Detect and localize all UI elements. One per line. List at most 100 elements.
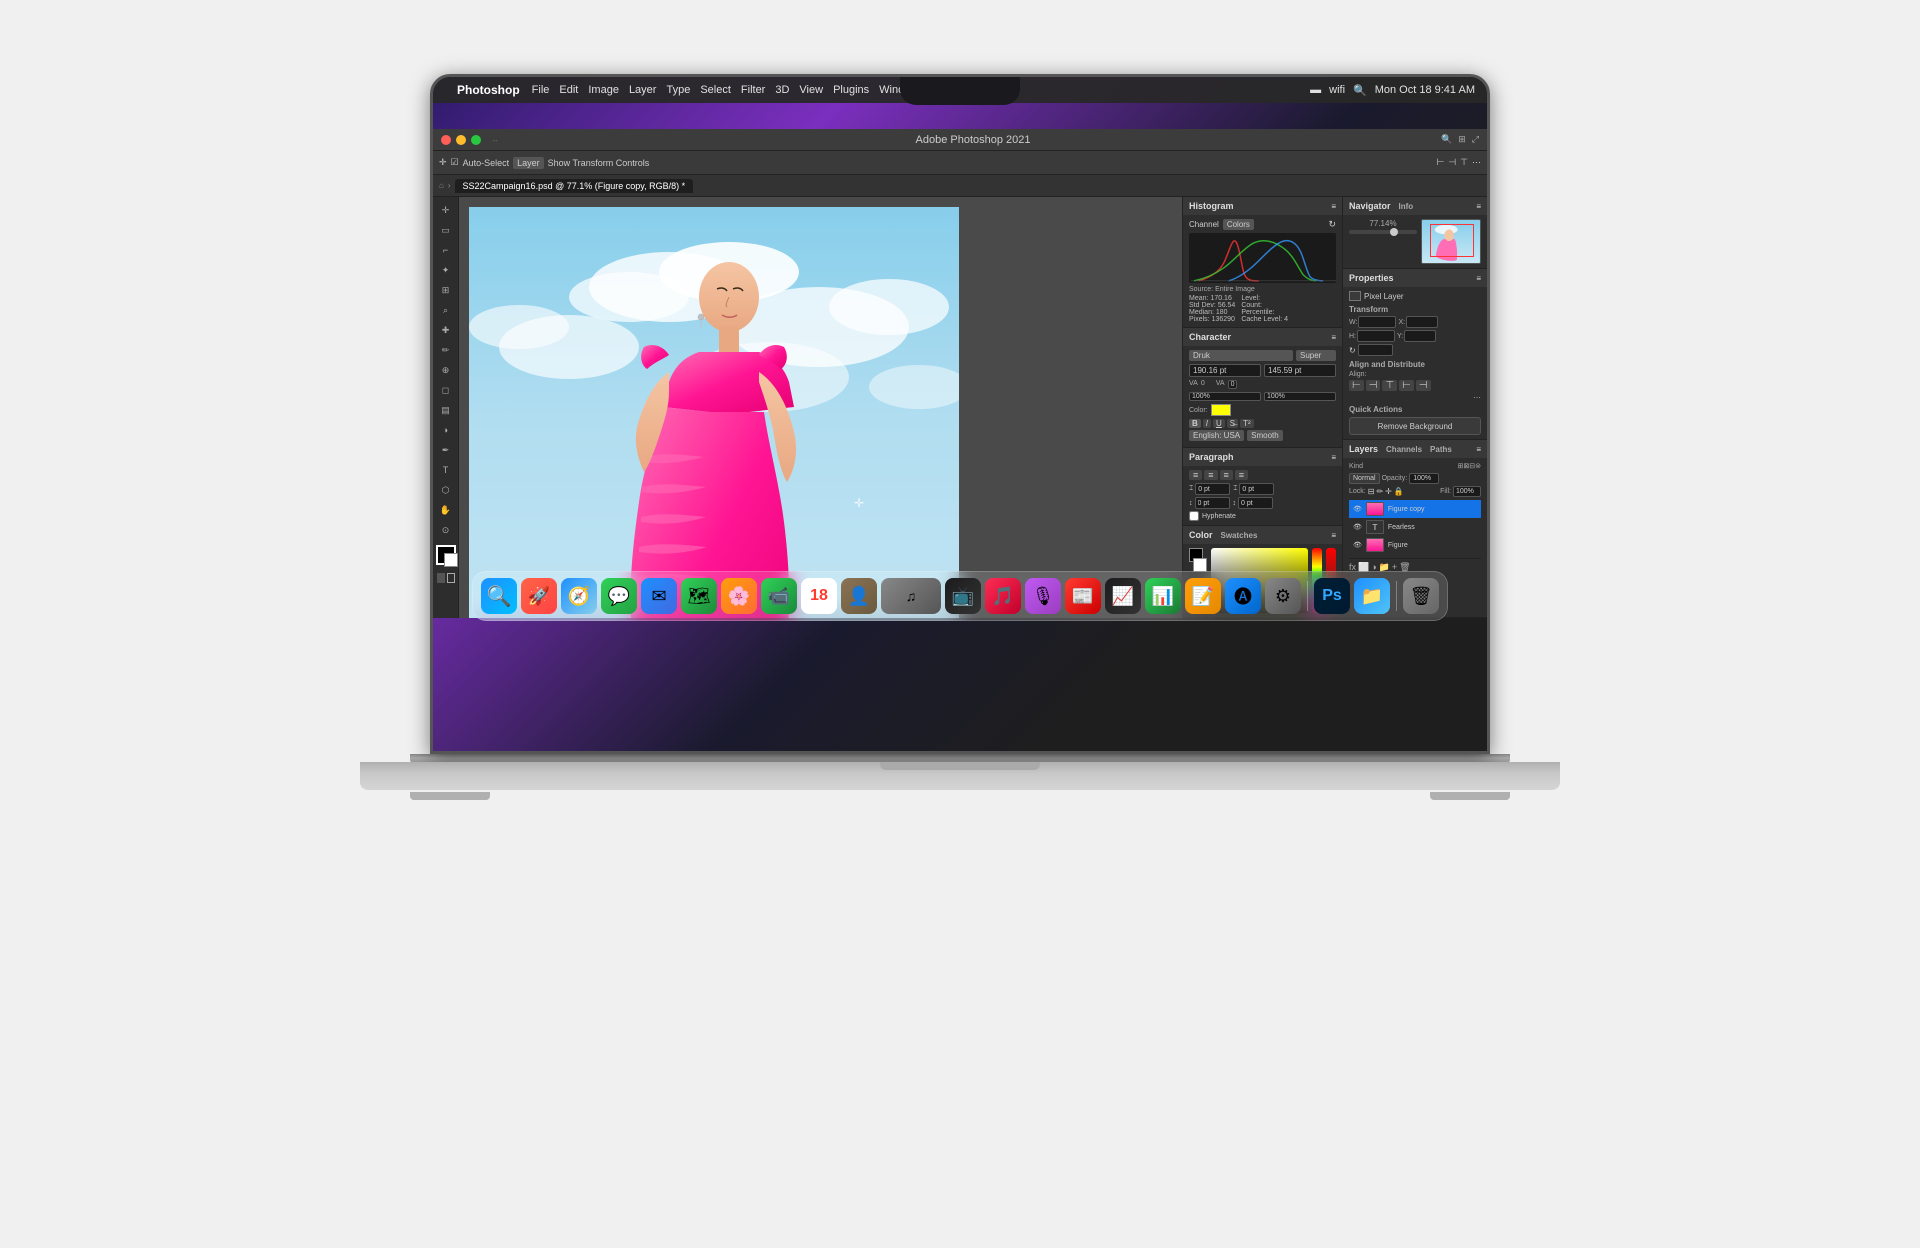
blend-mode-dropdown[interactable]: Normal (1349, 473, 1380, 484)
dock-photos[interactable]: 🌸 (721, 578, 757, 614)
auto-select-checkbox[interactable]: ☑ (451, 157, 459, 168)
style-dropdown[interactable]: Super (1296, 350, 1336, 361)
align-right-icon[interactable]: ⊤ (1460, 157, 1468, 168)
hyphenate-checkbox[interactable] (1189, 511, 1199, 521)
dock-itunes[interactable]: 🎵 (985, 578, 1021, 614)
dock-photoshop[interactable]: Ps (1314, 578, 1350, 614)
path-tool[interactable]: ⬡ (436, 481, 456, 499)
type-tool[interactable]: T (436, 461, 456, 479)
move-tool-icon[interactable]: ✛ (439, 157, 447, 168)
close-button[interactable] (441, 135, 451, 145)
space-before-input[interactable] (1195, 497, 1230, 509)
ps-expand-icon[interactable]: ⤢ (1472, 134, 1479, 145)
channel-dropdown[interactable]: Colors (1223, 219, 1254, 230)
navigator-options-icon[interactable]: ≡ (1476, 202, 1481, 211)
dock-messages[interactable]: 💬 (601, 578, 637, 614)
lasso-tool[interactable]: ⌐ (436, 241, 456, 259)
clone-tool[interactable]: ⊕ (436, 361, 456, 379)
more-options-icon[interactable]: ⋯ (1472, 157, 1481, 168)
dock-contacts[interactable]: 👤 (841, 578, 877, 614)
bold-button[interactable]: B (1189, 419, 1201, 428)
crop-tool[interactable]: ⊞ (436, 281, 456, 299)
remove-bg-button[interactable]: Remove Background (1349, 417, 1481, 435)
layer-eye-icon-2[interactable]: 👁 (1353, 523, 1362, 531)
lock-pixels-icon[interactable]: ✏ (1376, 487, 1383, 496)
gradient-tool[interactable]: ▤ (436, 401, 456, 419)
ps-search-icon[interactable]: 🔍 (1441, 134, 1452, 145)
underline-button[interactable]: U (1213, 419, 1225, 428)
quick-mask[interactable] (437, 573, 445, 583)
properties-options-icon[interactable]: ≡ (1476, 274, 1481, 283)
anti-alias-dropdown[interactable]: Smooth (1247, 430, 1283, 441)
screen-mode[interactable] (447, 573, 455, 583)
hand-tool[interactable]: ✋ (436, 501, 456, 519)
dock-podcasts[interactable]: 🎙 (1025, 578, 1061, 614)
menu-layer[interactable]: Layer (629, 84, 657, 96)
dock-systemprefs[interactable]: ⚙ (1265, 578, 1301, 614)
dock-calendar[interactable]: 18 (801, 578, 837, 614)
font-dropdown[interactable]: Druk (1189, 350, 1293, 361)
dock-launchpad[interactable]: 🚀 (521, 578, 557, 614)
eyedropper-tool[interactable]: ⌕ (436, 301, 456, 319)
eraser-tool[interactable]: ◻ (436, 381, 456, 399)
scale-h-input[interactable]: 100% (1189, 392, 1261, 401)
align-left-btn[interactable]: ≡ (1189, 470, 1202, 480)
zoom-slider-thumb[interactable] (1390, 228, 1398, 236)
angle-input[interactable]: 0.00° (1358, 344, 1393, 356)
menu-plugins[interactable]: Plugins (833, 84, 869, 96)
paths-tab[interactable]: Paths (1430, 445, 1452, 454)
align-justify-btn[interactable]: ≡ (1235, 470, 1248, 480)
ps-layers-icon[interactable]: ⊞ (1458, 134, 1466, 145)
align-top-btn[interactable]: ⊢ (1399, 380, 1414, 391)
healing-tool[interactable]: ✚ (436, 321, 456, 339)
leading-input[interactable]: 145.59 pt (1264, 364, 1336, 377)
info-tab[interactable]: Info (1399, 202, 1414, 211)
dock-numbers[interactable]: 📊 (1145, 578, 1181, 614)
channels-tab[interactable]: Channels (1386, 445, 1422, 454)
align-more-icon[interactable]: ⋯ (1473, 393, 1481, 402)
space-after-input[interactable] (1238, 497, 1273, 509)
right-indent-input[interactable] (1239, 483, 1274, 495)
marquee-tool[interactable]: ▭ (436, 221, 456, 239)
swatches-tab[interactable]: Swatches (1221, 531, 1258, 540)
lock-all-icon[interactable]: 🔒 (1394, 487, 1404, 496)
dock-finder[interactable]: 🔍 (481, 578, 517, 614)
bg-color[interactable] (1193, 558, 1207, 572)
y-input[interactable]: 0 px (1404, 330, 1436, 342)
dodge-tool[interactable]: ◑ (436, 421, 456, 439)
layers-header[interactable]: Layers Channels Paths ≡ (1343, 440, 1487, 458)
menu-type[interactable]: Type (666, 84, 690, 96)
active-tab[interactable]: SS22Campaign16.psd @ 77.1% (Figure copy,… (455, 179, 694, 193)
paragraph-header[interactable]: Paragraph ≡ (1183, 448, 1342, 466)
move-tool[interactable]: ✛ (436, 201, 456, 219)
character-options-icon[interactable]: ≡ (1331, 333, 1336, 342)
fg-color-swatch[interactable] (436, 545, 456, 565)
dock-facetime[interactable]: 📹 (761, 578, 797, 614)
height-input[interactable]: 3300 px (1357, 330, 1395, 342)
layers-options-icon[interactable]: ≡ (1476, 445, 1481, 454)
home-icon[interactable]: ⌂ (439, 181, 444, 190)
filter-icons[interactable]: ⊞⊠⊟⊜ (1458, 462, 1481, 470)
left-indent-input[interactable] (1195, 483, 1230, 495)
magic-wand-tool[interactable]: ✦ (436, 261, 456, 279)
dock-appstore[interactable]: 🅐 (1225, 578, 1261, 614)
zoom-tool[interactable]: ⊙ (436, 521, 456, 539)
menubar-search-icon[interactable]: 🔍 (1353, 84, 1367, 97)
dock-stocks[interactable]: 📈 (1105, 578, 1141, 614)
layer-figure-copy[interactable]: 👁 Figure copy (1349, 500, 1481, 518)
menu-edit[interactable]: Edit (559, 84, 578, 96)
navigator-thumb[interactable] (1421, 219, 1481, 264)
width-input[interactable]: 2640 px (1358, 316, 1396, 328)
dock-maps[interactable]: 🗺 (681, 578, 717, 614)
histogram-refresh-icon[interactable]: ↻ (1328, 219, 1336, 230)
dock-reminders[interactable]: 📝 (1185, 578, 1221, 614)
align-center-btn[interactable]: ≡ (1204, 470, 1217, 480)
dock-appletv[interactable]: 📺 (945, 578, 981, 614)
align-middle-btn[interactable]: ⊣ (1416, 380, 1431, 391)
pen-tool[interactable]: ✒ (436, 441, 456, 459)
character-header[interactable]: Character ≡ (1183, 328, 1342, 346)
color-options-icon[interactable]: ≡ (1331, 531, 1336, 540)
align-left-icon[interactable]: ⊢ (1436, 157, 1444, 168)
italic-button[interactable]: I (1203, 419, 1211, 428)
align-left-btn-r[interactable]: ⊢ (1349, 380, 1364, 391)
